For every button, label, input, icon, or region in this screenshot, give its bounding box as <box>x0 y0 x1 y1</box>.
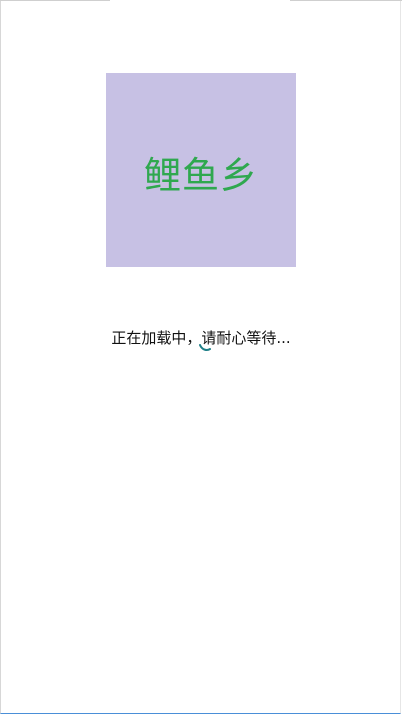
top-edge-right <box>290 0 402 1</box>
loading-spinner-icon <box>199 344 211 351</box>
top-edge-left <box>0 0 110 1</box>
app-logo-text: 鲤鱼乡 <box>144 153 258 197</box>
app-logo: 鲤鱼乡 <box>106 73 296 267</box>
